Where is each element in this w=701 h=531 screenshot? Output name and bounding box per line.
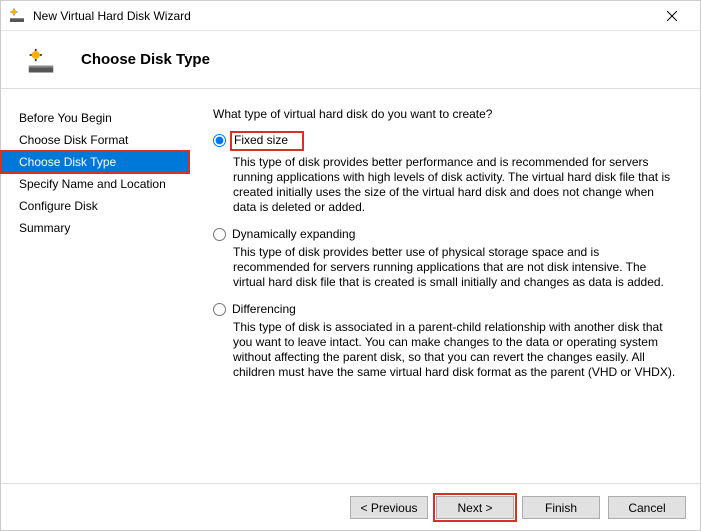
page-heading: Choose Disk Type xyxy=(81,51,210,68)
radio-fixed-size[interactable] xyxy=(213,134,226,147)
window-title: New Virtual Hard Disk Wizard xyxy=(33,9,652,23)
option-differencing[interactable]: Differencing xyxy=(213,302,676,316)
option-label: Dynamically expanding xyxy=(232,227,355,241)
option-label: Fixed size xyxy=(234,133,288,147)
option-label: Differencing xyxy=(232,302,296,316)
header: Choose Disk Type xyxy=(1,31,700,89)
wizard-disk-icon-large xyxy=(25,44,57,76)
close-button[interactable] xyxy=(652,1,692,31)
option-fixed-size[interactable]: Fixed size xyxy=(213,133,676,151)
main-panel: What type of virtual hard disk do you wa… xyxy=(189,89,700,483)
sidebar-item-configure-disk[interactable]: Configure Disk xyxy=(1,195,189,217)
option-fixed-size-desc: This type of disk provides better perfor… xyxy=(233,155,676,215)
sidebar-item-specify-name-location[interactable]: Specify Name and Location xyxy=(1,173,189,195)
next-button[interactable]: Next > xyxy=(436,496,514,519)
wizard-steps-sidebar: Before You Begin Choose Disk Format Choo… xyxy=(1,89,189,483)
sidebar-item-summary[interactable]: Summary xyxy=(1,217,189,239)
titlebar: New Virtual Hard Disk Wizard xyxy=(1,1,700,31)
question-text: What type of virtual hard disk do you wa… xyxy=(213,107,676,121)
footer: < Previous Next > Finish Cancel xyxy=(1,483,700,531)
sidebar-item-before-you-begin[interactable]: Before You Begin xyxy=(1,107,189,129)
finish-button[interactable]: Finish xyxy=(522,496,600,519)
radio-differencing[interactable] xyxy=(213,303,226,316)
option-differencing-desc: This type of disk is associated in a par… xyxy=(233,320,676,380)
cancel-button[interactable]: Cancel xyxy=(608,496,686,519)
wizard-disk-icon xyxy=(9,8,25,24)
option-dynamically-expanding[interactable]: Dynamically expanding xyxy=(213,227,676,241)
sidebar-item-choose-disk-format[interactable]: Choose Disk Format xyxy=(1,129,189,151)
content-area: Before You Begin Choose Disk Format Choo… xyxy=(1,89,700,483)
radio-dynamically-expanding[interactable] xyxy=(213,228,226,241)
option-dynamically-expanding-desc: This type of disk provides better use of… xyxy=(233,245,676,290)
sidebar-item-choose-disk-type[interactable]: Choose Disk Type xyxy=(1,151,189,173)
previous-button[interactable]: < Previous xyxy=(350,496,428,519)
